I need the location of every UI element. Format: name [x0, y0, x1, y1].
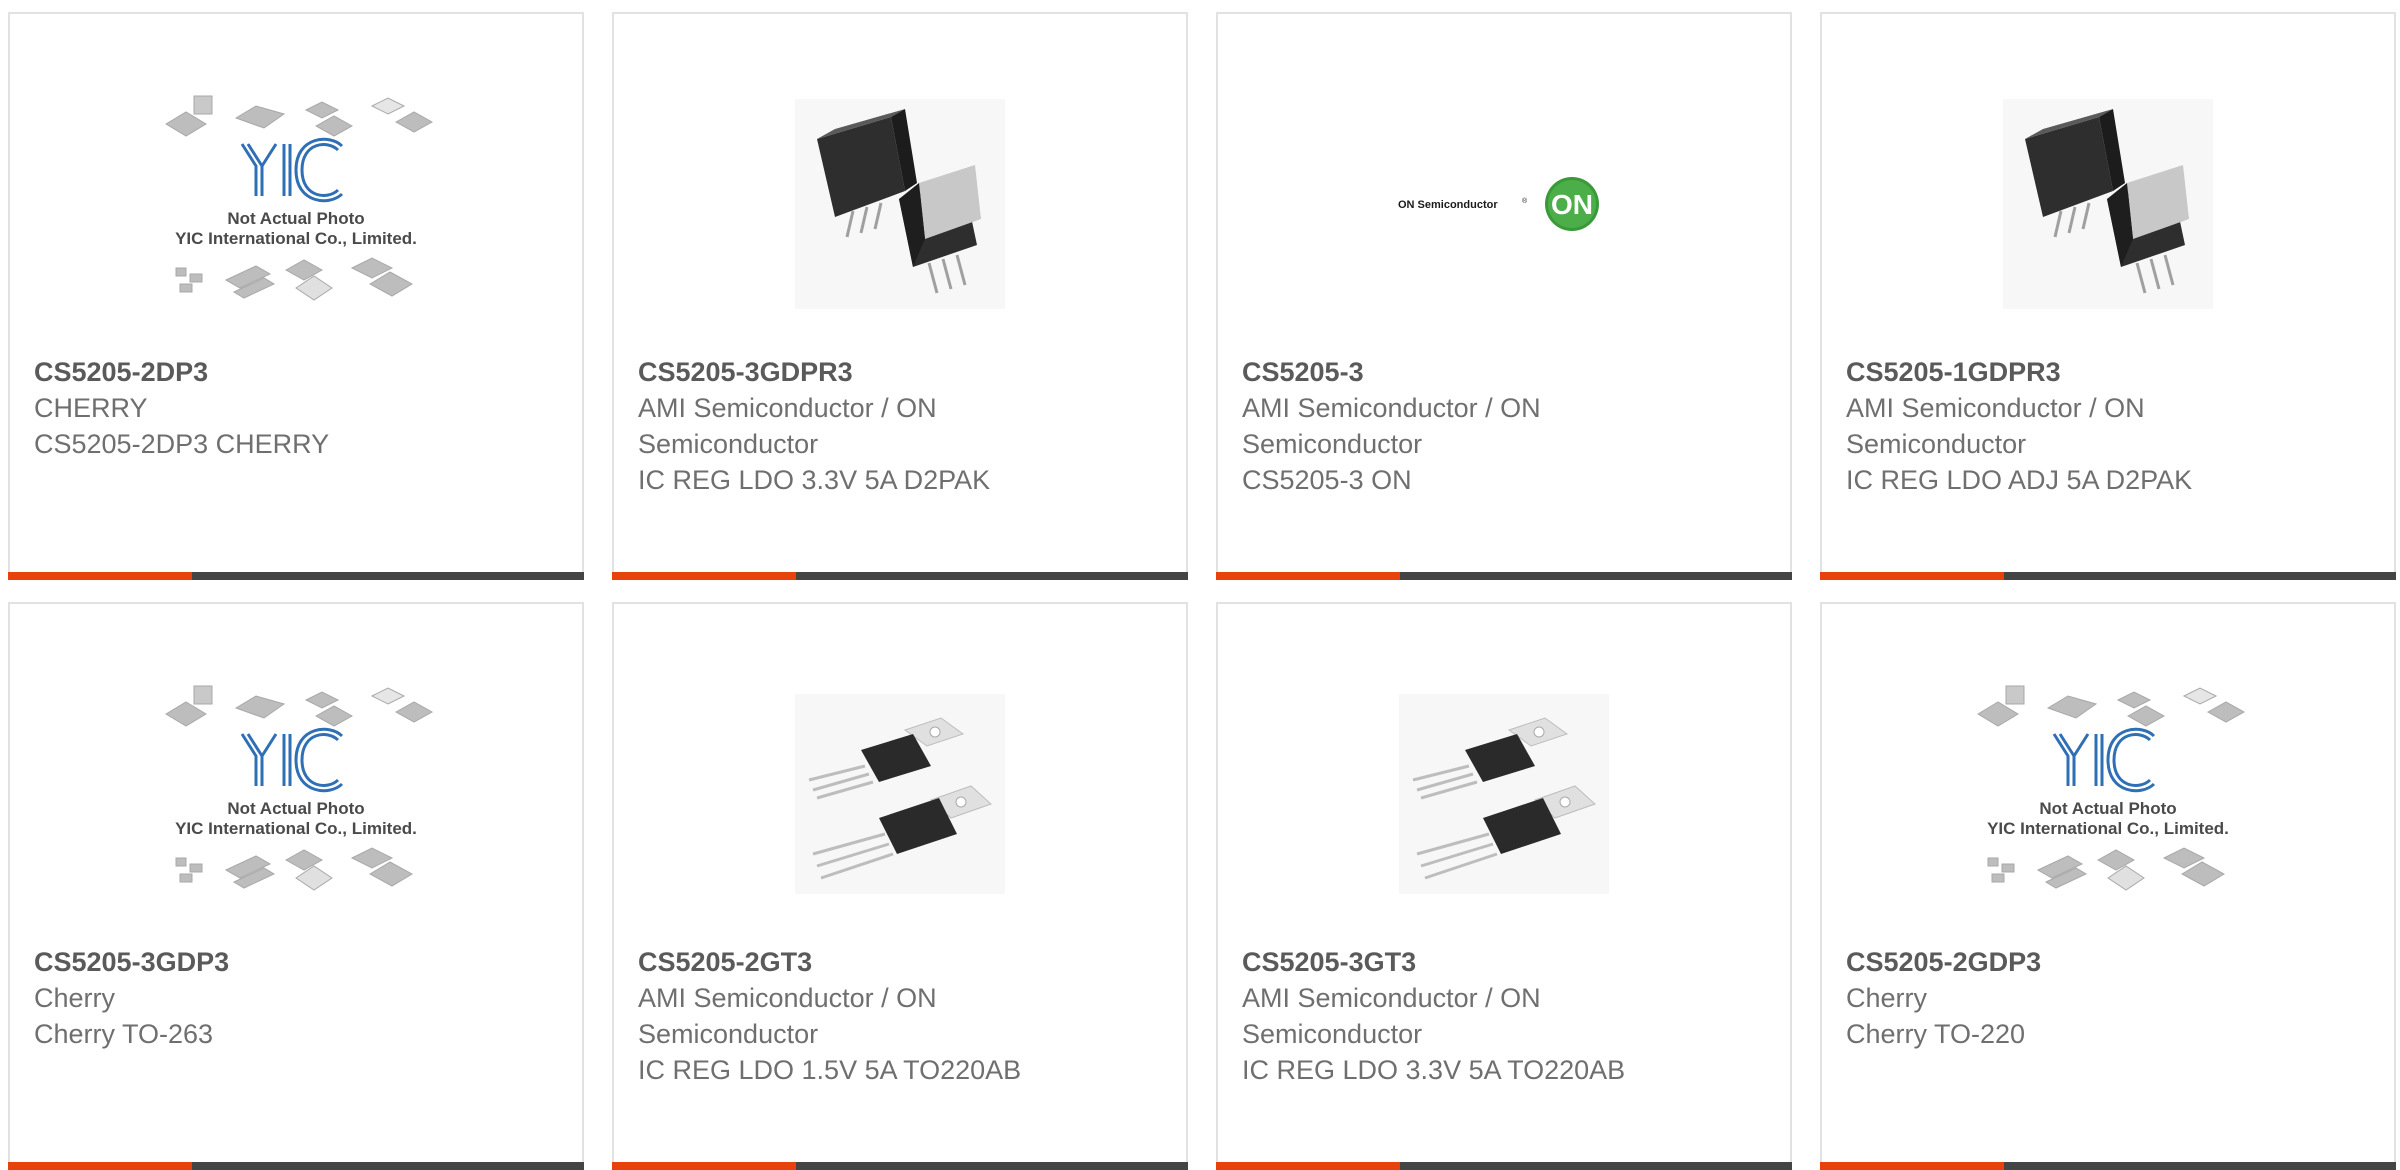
yic-placeholder-icon: Not Actual Photo YIC International Co., … [165, 95, 434, 301]
card-bottom-bar [1216, 572, 1792, 580]
part-number-link[interactable]: CS5205-3GDP3 [34, 944, 562, 980]
part-number-link[interactable]: CS5205-3 [1242, 354, 1770, 390]
product-image[interactable]: Not Actual Photo YIC International Co., … [10, 644, 582, 944]
card-accent-bar [8, 572, 192, 580]
onsemi-wordmark: ON Semiconductor [1398, 199, 1498, 211]
yic-line1: Not Actual Photo [227, 209, 364, 228]
product-card[interactable]: Not Actual Photo YIC International Co., … [1820, 602, 2396, 1170]
manufacturer-label: AMI Semiconductor / ON [638, 983, 937, 1013]
onsemi-logo-icon: ON Semiconductor ® ON [1398, 177, 1599, 231]
yic-line2: YIC International Co., Limited. [1987, 819, 2229, 838]
manufacturer-label: AMI Semiconductor / ON [638, 393, 937, 423]
card-accent-bar [612, 1162, 796, 1170]
product-image[interactable]: Not Actual Photo YIC International Co., … [10, 54, 582, 354]
part-number-link[interactable]: CS5205-3GT3 [1242, 944, 1770, 980]
part-number-link[interactable]: CS5205-3GDPR3 [638, 354, 1166, 390]
product-card[interactable]: CS5205-2GT3 AMI Semiconductor / ON Semicon… [612, 602, 1188, 1170]
yic-line1: Not Actual Photo [2039, 799, 2176, 818]
to220-package-icon [1399, 694, 1609, 894]
product-image[interactable] [614, 644, 1186, 944]
part-number-link[interactable]: CS5205-2GT3 [638, 944, 1166, 980]
product-info: CS5205-3 AMI Semiconductor / ON Semiconduc… [1242, 354, 1770, 498]
product-info: CS5205-2GT3 AMI Semiconductor / ON Semicon… [638, 944, 1166, 1088]
yic-line1: Not Actual Photo [227, 799, 364, 818]
manufacturer-label-continued: Semiconductor [1846, 429, 2027, 459]
product-description: IC REG LDO 1.5V 5A TO220AB [638, 1055, 1022, 1085]
manufacturer-label-continued: Semiconductor [638, 1019, 819, 1049]
manufacturer-label: Cherry [34, 983, 116, 1013]
part-number-link[interactable]: CS5205-1GDPR3 [1846, 354, 2374, 390]
product-card[interactable]: CS5205-1GDPR3 AMI Semiconductor / ON Semic… [1820, 12, 2396, 580]
card-bottom-bar [8, 572, 584, 580]
product-image[interactable]: ON Semiconductor ® ON [1218, 54, 1790, 354]
card-bottom-bar [612, 572, 1188, 580]
product-description: CS5205-2DP3 CHERRY [34, 429, 330, 459]
product-description: IC REG LDO 3.3V 5A D2PAK [638, 465, 991, 495]
product-card[interactable]: Not Actual Photo YIC International Co., … [8, 602, 584, 1170]
product-image[interactable] [1218, 644, 1790, 944]
product-image[interactable] [1822, 54, 2394, 354]
product-info: CS5205-3GDPR3 AMI Semiconductor / ON Semic… [638, 354, 1166, 498]
to220-package-icon [795, 694, 1005, 894]
manufacturer-label-continued: Semiconductor [1242, 1019, 1423, 1049]
yic-placeholder-icon: Not Actual Photo YIC International Co., … [1977, 685, 2246, 891]
part-number-link[interactable]: CS5205-2DP3 [34, 354, 562, 390]
product-info: CS5205-2DP3 CHERRY CS5205-2DP3 CHERRY [34, 354, 562, 462]
product-image[interactable]: Not Actual Photo YIC International Co., … [1822, 644, 2394, 944]
manufacturer-label: AMI Semiconductor / ON [1242, 983, 1541, 1013]
manufacturer-label: CHERRY [34, 393, 148, 423]
manufacturer-label-continued: Semiconductor [1242, 429, 1423, 459]
card-bottom-bar [1820, 572, 2396, 580]
product-description: IC REG LDO 3.3V 5A TO220AB [1242, 1055, 1626, 1085]
product-description: Cherry TO-263 [34, 1019, 214, 1049]
product-card[interactable]: CS5205-3GDPR3 AMI Semiconductor / ON Semic… [612, 12, 1188, 580]
product-image[interactable] [614, 54, 1186, 354]
product-card[interactable]: Not Actual Photo YIC International Co., … [8, 12, 584, 580]
manufacturer-label: AMI Semiconductor / ON [1846, 393, 2145, 423]
card-accent-bar [1820, 572, 2004, 580]
manufacturer-label-continued: Semiconductor [638, 429, 819, 459]
yic-line2: YIC International Co., Limited. [175, 819, 417, 838]
product-card[interactable]: CS5205-3GT3 AMI Semiconductor / ON Semicon… [1216, 602, 1792, 1170]
part-number-link[interactable]: CS5205-2GDP3 [1846, 944, 2374, 980]
product-card[interactable]: ON Semiconductor ® ON CS5205-3 AMI Semico… [1216, 12, 1792, 580]
card-bottom-bar [1216, 1162, 1792, 1170]
product-info: CS5205-3GDP3 Cherry Cherry TO-263 [34, 944, 562, 1052]
card-bottom-bar [8, 1162, 584, 1170]
card-accent-bar [1216, 1162, 1400, 1170]
product-description: CS5205-3 ON [1242, 465, 1412, 495]
product-info: CS5205-2GDP3 Cherry Cherry TO-220 [1846, 944, 2374, 1052]
product-info: CS5205-3GT3 AMI Semiconductor / ON Semicon… [1242, 944, 1770, 1088]
product-description: Cherry TO-220 [1846, 1019, 2026, 1049]
card-accent-bar [1820, 1162, 2004, 1170]
card-bottom-bar [1820, 1162, 2396, 1170]
manufacturer-label: AMI Semiconductor / ON [1242, 393, 1541, 423]
yic-placeholder-icon: Not Actual Photo YIC International Co., … [165, 685, 434, 891]
product-grid: Not Actual Photo YIC International Co., … [0, 0, 2400, 1170]
product-description: IC REG LDO ADJ 5A D2PAK [1846, 465, 2193, 495]
d2pak-package-icon [2003, 99, 2213, 309]
product-info: CS5205-1GDPR3 AMI Semiconductor / ON Semic… [1846, 354, 2374, 498]
onsemi-registered-mark: ® [1522, 197, 1528, 205]
onsemi-badge-text: ON [1551, 189, 1593, 220]
card-accent-bar [8, 1162, 192, 1170]
manufacturer-label: Cherry [1846, 983, 1928, 1013]
yic-line2: YIC International Co., Limited. [175, 229, 417, 248]
card-bottom-bar [612, 1162, 1188, 1170]
d2pak-package-icon [795, 99, 1005, 309]
card-accent-bar [612, 572, 796, 580]
card-accent-bar [1216, 572, 1400, 580]
